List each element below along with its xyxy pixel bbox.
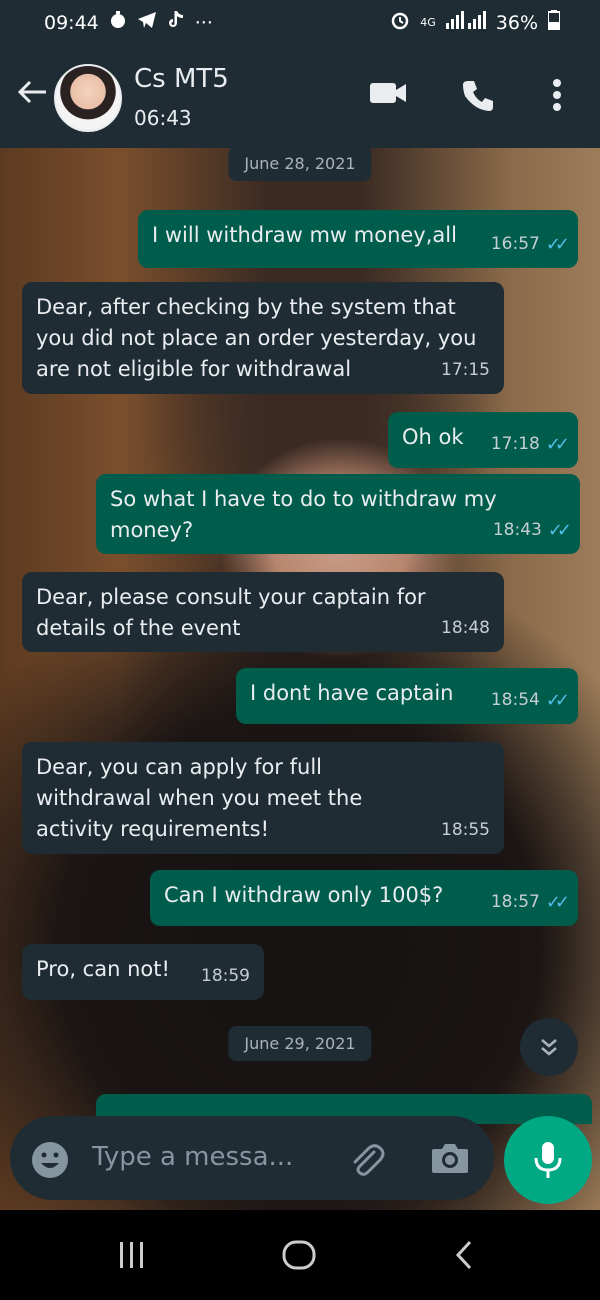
date-separator: June 29, 2021 <box>228 1026 372 1061</box>
read-ticks-icon: ✓✓ <box>545 234 570 255</box>
message-outgoing[interactable]: Oh ok 17:18 ✓✓ <box>388 412 578 468</box>
back-arrow-icon[interactable] <box>14 74 50 110</box>
message-text: Dear, please consult your captain for de… <box>36 585 426 640</box>
message-incoming[interactable]: Dear, please consult your captain for de… <box>22 572 504 652</box>
tiktok-icon <box>167 10 185 35</box>
more-options-icon[interactable] <box>552 78 562 116</box>
emoji-icon[interactable] <box>30 1140 70 1184</box>
message-time: 18:43 <box>492 520 542 540</box>
voice-call-icon[interactable] <box>460 78 496 118</box>
battery-percent: 36% <box>495 11 538 34</box>
microphone-icon <box>534 1142 562 1178</box>
contact-last-seen: 06:43 <box>134 106 192 130</box>
message-input[interactable]: Type a messa... <box>92 1142 293 1172</box>
message-time: 16:57 <box>490 234 540 254</box>
read-ticks-icon: ✓✓ <box>545 892 570 913</box>
network-type: 4G <box>420 16 436 29</box>
recent-apps-icon[interactable] <box>118 1240 146 1274</box>
message-incoming[interactable]: Dear, you can apply for full withdrawal … <box>22 742 504 854</box>
contact-name[interactable]: Cs MT5 <box>134 64 229 94</box>
message-time: 18:57 <box>490 892 540 912</box>
chat-header: Cs MT5 06:43 <box>0 44 600 148</box>
message-text: Dear, you can apply for full withdrawal … <box>36 755 363 841</box>
home-icon[interactable] <box>282 1240 316 1274</box>
message-time: 18:59 <box>201 966 250 986</box>
message-composer: Type a messa... <box>10 1116 494 1200</box>
telegram-icon <box>137 11 157 34</box>
message-outgoing[interactable]: Can I withdraw only 100$? 18:57 ✓✓ <box>150 870 578 926</box>
message-time: 17:15 <box>441 360 490 380</box>
message-outgoing[interactable]: So what I have to do to withdraw my mone… <box>96 474 580 554</box>
message-time: 18:55 <box>441 820 490 840</box>
message-time: 18:54 <box>490 690 540 710</box>
message-incoming[interactable]: Pro, can not! 18:59 <box>22 944 264 1000</box>
alarm-icon <box>390 10 410 35</box>
more-notifications: ··· <box>194 11 213 34</box>
attach-icon[interactable] <box>346 1140 386 1184</box>
camera-icon[interactable] <box>430 1140 470 1180</box>
read-ticks-icon: ✓✓ <box>547 520 572 541</box>
message-outgoing[interactable]: I dont have captain 18:54 ✓✓ <box>236 668 578 724</box>
back-nav-icon[interactable] <box>454 1240 474 1274</box>
voice-message-button[interactable] <box>504 1116 592 1204</box>
message-time: 17:18 <box>490 434 540 454</box>
battery-icon <box>547 10 561 35</box>
message-time: 18:48 <box>441 618 490 638</box>
date-separator: June 28, 2021 <box>228 146 372 181</box>
message-incoming[interactable]: Dear, after checking by the system that … <box>22 282 504 394</box>
video-call-icon[interactable] <box>368 78 408 112</box>
timer-icon <box>109 11 127 34</box>
scroll-down-button[interactable] <box>520 1018 578 1076</box>
signal-icon <box>445 11 486 34</box>
system-nav-bar <box>0 1210 600 1300</box>
status-bar: 09:44 ··· 4G 36% <box>0 0 600 44</box>
message-text: Dear, after checking by the system that … <box>36 295 477 381</box>
read-ticks-icon: ✓✓ <box>545 690 570 711</box>
message-outgoing[interactable]: I will withdraw mw money,all 16:57 ✓✓ <box>138 210 578 268</box>
double-chevron-down-icon <box>541 1039 557 1056</box>
read-ticks-icon: ✓✓ <box>545 434 570 455</box>
avatar[interactable] <box>54 64 122 132</box>
status-time: 09:44 <box>44 11 99 34</box>
